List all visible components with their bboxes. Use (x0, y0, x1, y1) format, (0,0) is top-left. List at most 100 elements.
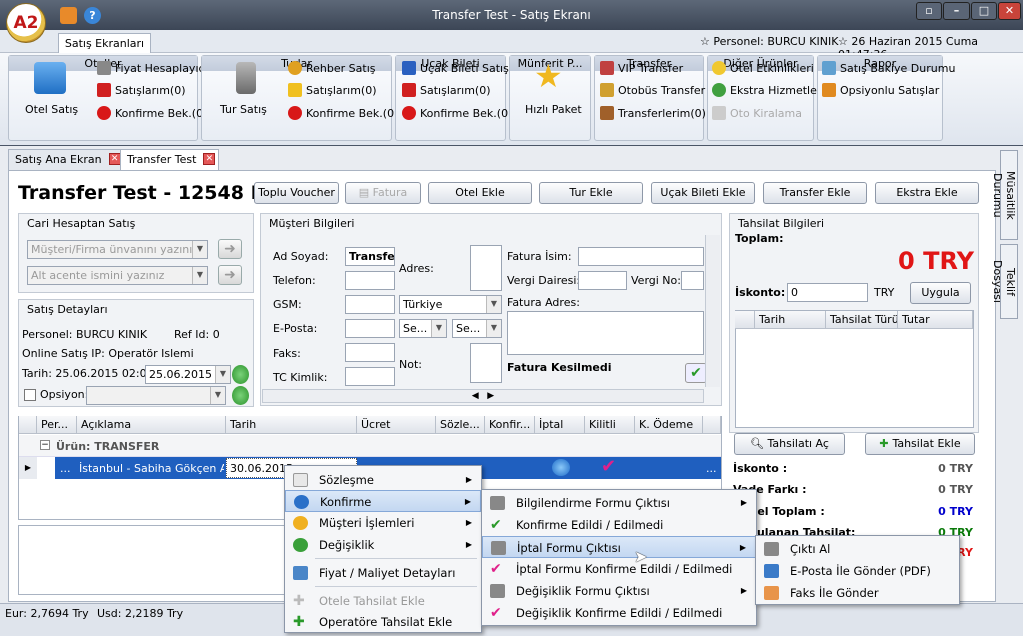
col-k-odeme[interactable]: K. Ödeme (635, 416, 703, 434)
ucak-bileti-satis-button[interactable]: Uçak Bileti Satış (402, 61, 509, 75)
restore-icon[interactable]: ▫ (916, 2, 942, 20)
menu-item-musteri-islemleri[interactable]: Müşteri İşlemleri ▶ (285, 512, 481, 534)
col-tahsilat-turu[interactable]: Tahsilat Türü (826, 311, 898, 329)
fatura-adres-textarea[interactable] (507, 311, 704, 355)
tarih-input[interactable]: 25.06.2015 ▼ (145, 365, 231, 384)
tur-satislarim-button[interactable]: Satışlarım(0) (288, 83, 377, 97)
tab-transfer-test[interactable]: Transfer Test ✕ (120, 149, 220, 170)
tab-satis-ana-ekran[interactable]: Satış Ana Ekran ✕ (8, 149, 125, 170)
arrow-right-icon[interactable]: ➜ (218, 239, 242, 259)
tab-teklif-dosyasi[interactable]: Teklif Dosyası (991, 244, 1018, 319)
menu-item-iptal-formu[interactable]: İptal Formu Çıktısı ▶ (482, 536, 756, 558)
col-ucret[interactable]: Ücret (357, 416, 436, 434)
ekstra-ekle-button[interactable]: Ekstra Ekle (875, 182, 979, 204)
vertical-scrollbar[interactable] (705, 235, 720, 387)
col-aciklama[interactable]: Açıklama (77, 416, 226, 434)
transfer-ekle-button[interactable]: Transfer Ekle (763, 182, 867, 204)
opsiyonlu-satislar-button[interactable]: Opsiyonlu Satışlar (822, 83, 939, 97)
horizontal-scrollbar[interactable]: ◀ ▶ (262, 389, 704, 403)
maximize-icon[interactable]: □ (971, 2, 997, 20)
gsm-input[interactable] (345, 295, 395, 314)
refresh-icon[interactable] (232, 365, 249, 384)
fatura-button[interactable]: ▤ Fatura (345, 182, 421, 204)
arrow-right-icon[interactable]: ➜ (218, 265, 242, 285)
collapse-icon[interactable]: − (40, 440, 50, 450)
col-tutar[interactable]: Tutar (898, 311, 973, 329)
musteri-firma-input[interactable]: Müşteri/Firma ünvanını yazınız ▼ (27, 240, 208, 259)
tur-konfirme-button[interactable]: Konfirme Bek.(0) (288, 106, 398, 120)
menu-item-degisiklik-konfirme[interactable]: ✔ Değişiklik Konfirme Edildi / Edilmedi (482, 602, 756, 624)
vip-transfer-button[interactable]: VIP Transfer (600, 61, 683, 75)
eposta-ext-select[interactable]: Se... ▼ (452, 319, 502, 338)
otel-satis-button[interactable]: Otel Satış (25, 103, 78, 116)
close-icon[interactable]: ✕ (203, 153, 216, 165)
opsiyon-checkbox[interactable] (24, 389, 36, 401)
tur-ekle-button[interactable]: Tur Ekle (539, 182, 643, 204)
fiyat-hesaplayici-button[interactable]: Fiyat Hesaplayıcı (97, 61, 208, 75)
info-icon[interactable] (552, 459, 570, 476)
check-icon[interactable]: ✔ (685, 363, 707, 383)
otel-satislarim-button[interactable]: Satışlarım(0) (97, 83, 186, 97)
col-per[interactable]: Per... (37, 416, 77, 434)
eposta-domain-select[interactable]: Se... ▼ (399, 319, 447, 338)
menu-item-bilgilendirme-formu[interactable]: Bilgilendirme Formu Çıktısı ▶ (482, 492, 756, 514)
col-kilitli[interactable]: Kilitli (585, 416, 635, 434)
col-konfirme[interactable]: Konfir... (485, 416, 535, 434)
ribbon-tab-satis[interactable]: Satış Ekranları (58, 33, 151, 54)
close-icon[interactable]: ✕ (998, 2, 1021, 20)
ad-soyad-input[interactable]: Transfe (345, 247, 395, 266)
tahsilat-ekle-button[interactable]: ✚ Tahsilat Ekle (865, 433, 975, 455)
rehber-satis-button[interactable]: Rehber Satış (288, 61, 375, 75)
refresh-icon[interactable] (232, 386, 249, 405)
toplu-voucher-button[interactable]: Toplu Voucher (254, 182, 339, 204)
transferlerim-button[interactable]: Transferlerim(0) (600, 106, 706, 120)
tahsilati-ac-button[interactable]: 🔍︎ Tahsilatı Aç (734, 433, 845, 455)
col-tarih[interactable]: Tarih (226, 416, 357, 434)
menu-item-faks-gonder[interactable]: Faks İle Gönder (756, 582, 959, 604)
tur-satis-button[interactable]: Tur Satış (220, 103, 267, 116)
col-tarih[interactable]: Tarih (755, 311, 826, 329)
vergi-no-input[interactable] (681, 271, 704, 290)
menu-item-konfirme-edildi[interactable]: ✔ Konfirme Edildi / Edilmedi (482, 514, 756, 536)
menu-item-otele-tahsilat[interactable]: ✚ Otele Tahsilat Ekle (285, 590, 481, 612)
eposta-input[interactable] (345, 319, 395, 338)
vergi-dairesi-input[interactable] (578, 271, 627, 290)
menu-item-sozlesme[interactable]: Sözleşme ▶ (285, 469, 481, 491)
otobus-transfer-button[interactable]: Otobüs Transfer (600, 83, 705, 97)
ekstra-hizmetler-button[interactable]: Ekstra Hizmetler (712, 83, 821, 97)
faks-input[interactable] (345, 343, 395, 362)
otel-konfirme-button[interactable]: Konfirme Bek.(0) (97, 106, 207, 120)
fatura-isim-input[interactable] (578, 247, 704, 266)
tab-musaitlik-durumu[interactable]: Müsaitlik Durumu (991, 150, 1018, 240)
uygula-button[interactable]: Uygula (910, 282, 971, 304)
ulke-select[interactable]: Türkiye ▼ (399, 295, 502, 314)
col-sozlesme[interactable]: Sözle... (436, 416, 485, 434)
adres-textarea[interactable] (470, 245, 502, 291)
close-icon[interactable]: ✕ (108, 153, 121, 165)
iskonto-input[interactable]: 0 (787, 283, 868, 302)
opsiyon-date-input[interactable]: ▼ (86, 386, 226, 405)
ucak-konfirme-button[interactable]: Konfirme Bek.(0) (402, 106, 512, 120)
menu-item-iptal-konfirme[interactable]: ✔ İptal Formu Konfirme Edildi / Edilmedi (482, 558, 756, 580)
minimize-icon[interactable]: – (943, 2, 970, 20)
app-logo[interactable]: A2 (6, 3, 46, 43)
alt-acente-input[interactable]: Alt acente ismini yazınız ▼ (27, 266, 208, 285)
menu-item-eposta-gonder[interactable]: E-Posta İle Gönder (PDF) (756, 560, 959, 582)
ucak-satislarim-button[interactable]: Satışlarım(0) (402, 83, 491, 97)
not-textarea[interactable] (470, 343, 502, 383)
menu-item-fiyat-maliyet[interactable]: Fiyat / Maliyet Detayları (285, 562, 481, 584)
menu-item-konfirme[interactable]: Konfirme ▶ (285, 490, 481, 512)
hizli-paket-button[interactable]: Hızlı Paket (525, 103, 582, 116)
otel-etkinlikleri-button[interactable]: Otel Etkinlikleri (712, 61, 814, 75)
oto-kiralama-button[interactable]: Oto Kiralama (712, 106, 802, 120)
otel-ekle-button[interactable]: Otel Ekle (428, 182, 532, 204)
menu-item-operatore-tahsilat[interactable]: ✚ Operatöre Tahsilat Ekle (285, 611, 481, 633)
tc-kimlik-input[interactable] (345, 367, 395, 386)
telefon-input[interactable] (345, 271, 395, 290)
ucak-bileti-ekle-button[interactable]: Uçak Bileti Ekle (651, 182, 755, 204)
menu-item-degisiklik[interactable]: Değişiklik ▶ (285, 534, 481, 556)
menu-item-cikti-al[interactable]: Çıktı Al (756, 538, 959, 560)
menu-item-degisiklik-formu[interactable]: Değişiklik Formu Çıktısı ▶ (482, 580, 756, 602)
col-iptal[interactable]: İptal (535, 416, 585, 434)
satis-bakiye-button[interactable]: Satış Bakiye Durumu (822, 61, 955, 75)
